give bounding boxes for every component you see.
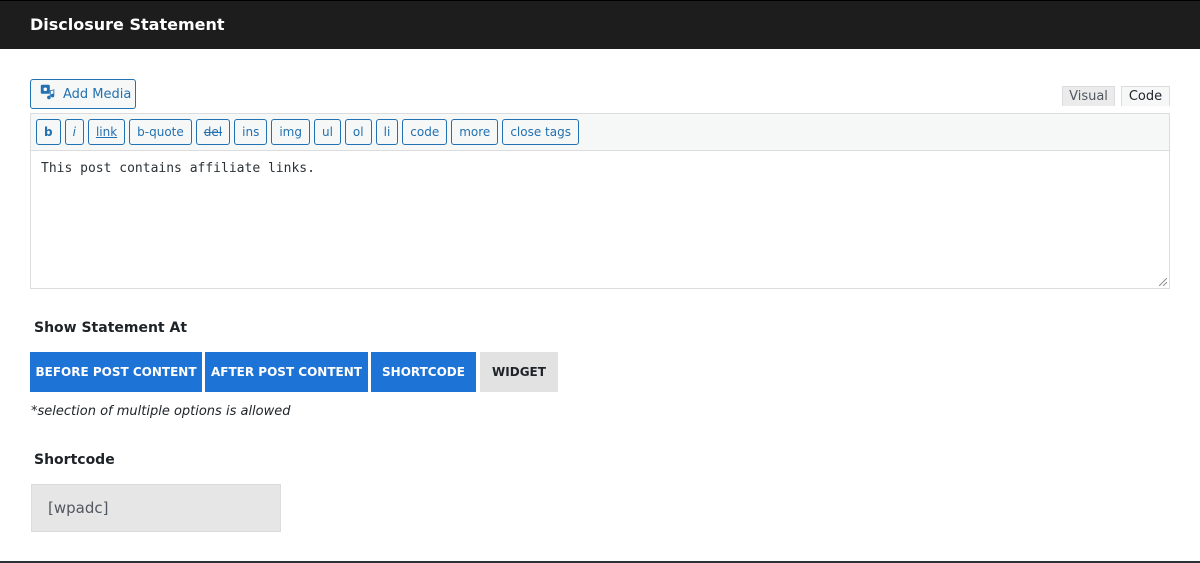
shortcode-label: Shortcode bbox=[34, 452, 115, 468]
qt-img-button[interactable]: img bbox=[271, 119, 310, 145]
tab-visual[interactable]: Visual bbox=[1062, 86, 1115, 106]
editor-container: b i link b-quote del ins img ul ol li co… bbox=[30, 113, 1170, 289]
qt-li-button[interactable]: li bbox=[375, 119, 399, 145]
qt-italic-button[interactable]: i bbox=[64, 119, 84, 145]
option-after-post-content-button[interactable]: AFTER POST CONTENT bbox=[205, 352, 368, 392]
option-widget-button[interactable]: WIDGET bbox=[480, 352, 558, 392]
quicktags-toolbar: b i link b-quote del ins img ul ol li co… bbox=[31, 114, 1169, 151]
shortcode-field[interactable]: [wpadc] bbox=[31, 484, 281, 532]
qt-ol-button[interactable]: ol bbox=[344, 119, 372, 145]
media-icon bbox=[39, 83, 57, 105]
page-header: Disclosure Statement bbox=[0, 0, 1200, 49]
qt-more-button[interactable]: more bbox=[451, 119, 499, 145]
page-title: Disclosure Statement bbox=[30, 15, 225, 34]
multiple-selection-note: *selection of multiple options is allowe… bbox=[31, 404, 291, 419]
option-shortcode-button[interactable]: SHORTCODE bbox=[371, 352, 476, 392]
add-media-label: Add Media bbox=[63, 86, 132, 102]
resize-handle-icon[interactable] bbox=[1159, 278, 1167, 286]
show-statement-label: Show Statement At bbox=[34, 320, 188, 336]
tab-code[interactable]: Code bbox=[1121, 86, 1170, 106]
qt-close-tags-button[interactable]: close tags bbox=[502, 119, 579, 145]
qt-link-button[interactable]: link bbox=[87, 119, 126, 145]
qt-blockquote-button[interactable]: b-quote bbox=[129, 119, 192, 145]
qt-bold-button[interactable]: b bbox=[36, 119, 61, 145]
editor-textarea[interactable]: This post contains affiliate links. bbox=[31, 151, 1169, 288]
option-before-post-content-button[interactable]: BEFORE POST CONTENT bbox=[30, 352, 202, 392]
qt-code-button[interactable]: code bbox=[402, 119, 448, 145]
qt-del-button[interactable]: del bbox=[195, 119, 231, 145]
qt-ul-button[interactable]: ul bbox=[313, 119, 341, 145]
add-media-button[interactable]: Add Media bbox=[30, 79, 136, 109]
qt-ins-button[interactable]: ins bbox=[234, 119, 268, 145]
